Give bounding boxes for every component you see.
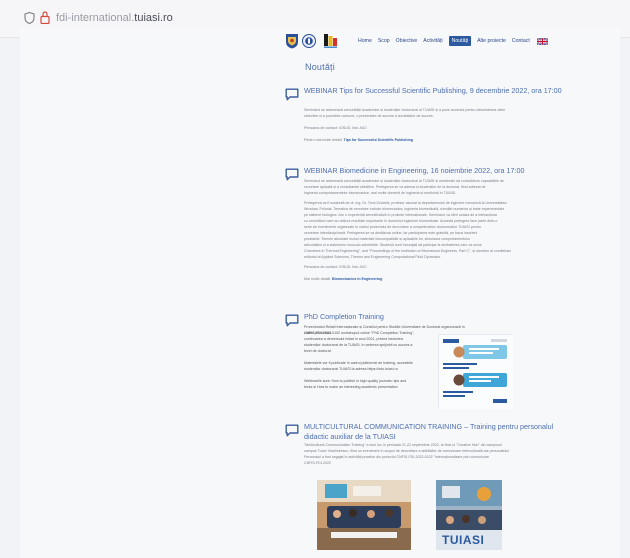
article-text: campus Tudor Vladimirescu, fiind un even… (304, 449, 509, 453)
lock-icon (40, 11, 50, 24)
article-text: studenților doctoranzi de la TUIASI, în … (304, 343, 413, 347)
article-title[interactable]: MULTICULTURAL COMMUNICATION TRAINING – T… (304, 422, 574, 441)
article-text: Seminarul se adresează comunității acade… (304, 179, 504, 183)
training-photo-1[interactable] (317, 480, 411, 550)
article-text: prealabile. Temele abordate includ mater… (304, 237, 470, 241)
article-text: Seminarul se adresează comunității acade… (304, 108, 506, 112)
article-text: obiective și a punctelor comune, o preze… (304, 114, 434, 118)
article-text: editorial al Applied Sciences, Thermo an… (304, 255, 441, 259)
article-text: cercetare interdisciplinară. Prelegerea … (304, 231, 478, 235)
phd-training-poster[interactable] (438, 334, 513, 409)
article-phd-completion: PhD Completion Training Prorectoratul Re… (285, 312, 575, 432)
tuiasi-logo[interactable] (302, 33, 316, 49)
details-link[interactable]: Biomechanics in Engineering (332, 277, 382, 281)
article-text: serie de evenimente organizate în cadrul… (304, 225, 481, 229)
nav-activitati[interactable]: Activități (423, 37, 442, 45)
article-text: pe sisteme biologice. Are o experiență s… (304, 213, 497, 217)
url-text[interactable]: fdi-international.tuiasi.ro (56, 12, 173, 24)
article-text: Personalul a fost angajat în activități … (304, 455, 490, 459)
training-photo-graphic (317, 480, 411, 550)
article-text: tezei de doctorat. (304, 349, 332, 353)
nav-obiective[interactable]: Obiective (396, 37, 418, 45)
url-domain: tuiasi.ro (134, 12, 173, 24)
page-title: Noutăți (305, 62, 335, 72)
speech-bubble-icon (285, 314, 299, 327)
article-multicultural-training: MULTICULTURAL COMMUNICATION TRAINING – T… (285, 422, 575, 482)
nav-home[interactable]: Home (358, 37, 372, 45)
article-contact: Persoana de contact: IOSUD, link: AICI (304, 126, 367, 130)
details-link[interactable]: Tips for Successful Scientific Publishin… (344, 138, 413, 142)
article-text[interactable]: Webinariile sunt: How to publish in high… (304, 379, 406, 385)
article-text: CNFIS-FDI-2022 (304, 461, 331, 465)
article-title[interactable]: PhD Completion Training (304, 312, 574, 322)
speech-bubble-icon (285, 168, 299, 181)
article-webinar-biomedicine: WEBINAR Biomedicine in Engineering, 16 n… (285, 166, 575, 296)
article-text[interactable]: tricks și How to make an interesting aca… (304, 385, 398, 391)
poster-graphic (439, 335, 513, 409)
speech-bubble-icon (285, 424, 299, 437)
site-header: Home Scop Obiective Activități Noutăți A… (20, 28, 620, 56)
article-contact: Persoana de contact: IOSUD, link: AICI (304, 265, 367, 269)
details-label: Mai multe detalii: (304, 277, 332, 281)
article-text[interactable]: studenților doctoranzi TUIASI la adresa … (304, 367, 398, 373)
speech-bubble-icon (285, 88, 299, 101)
article-text: Chambers in Thermal Engineering", and "P… (304, 249, 512, 253)
article-text: Materialele vor fi publicate în cadrul p… (304, 361, 413, 365)
details-label: Pentru mai multe detalii: (304, 138, 344, 142)
article-text: CNFIS-FDI-2022-0102 workshopul online "P… (304, 331, 415, 335)
website: Home Scop Obiective Activități Noutăți A… (20, 28, 620, 558)
article-title[interactable]: WEBINAR Biomedicine in Engineering, 16 n… (304, 166, 574, 176)
nav-scop[interactable]: Scop (378, 37, 390, 45)
article-text: "Multicultural Communication Training" a… (304, 443, 502, 447)
cnfis-logo[interactable] (322, 33, 338, 49)
training-photo-2[interactable]: TUIASI (436, 480, 502, 550)
nav-contact[interactable]: Contact (512, 37, 530, 45)
article-text: cercetare aplicată și a consultanței ști… (304, 185, 486, 189)
article-text: Ingineria comportamentelor biomecanice, … (304, 191, 457, 195)
article-text: Wroclaw, Polonia. Tematica de cercetare … (304, 207, 505, 211)
article-text: cu cercetători care au obținut rezultate… (304, 219, 498, 223)
article-details: Pentru mai multe detalii: Tips for Succe… (304, 138, 413, 144)
nav-alte-proiecte[interactable]: Alte proiecte (477, 37, 506, 45)
main-nav: Home Scop Obiective Activități Noutăți A… (358, 36, 548, 46)
university-crest-logo[interactable] (285, 33, 299, 49)
url-prefix: fdi-international. (56, 12, 135, 24)
article-title[interactable]: WEBINAR Tips for Successful Scientific P… (304, 86, 574, 96)
nav-noutati[interactable]: Noutăți (448, 36, 472, 46)
uk-flag-icon[interactable] (536, 37, 548, 45)
article-details: Mai multe detalii: Biomechanics in Engin… (304, 277, 382, 283)
shield-icon (24, 12, 35, 24)
photo-banner-text: TUIASI (442, 533, 485, 547)
article-text: continuarea a demersului inițiat în anul… (304, 337, 403, 341)
article-text: Prelegerea va fi susținută de dr. ing. D… (304, 201, 507, 205)
article-text: articulațiilor și a sistemelor musculo-s… (304, 243, 483, 247)
